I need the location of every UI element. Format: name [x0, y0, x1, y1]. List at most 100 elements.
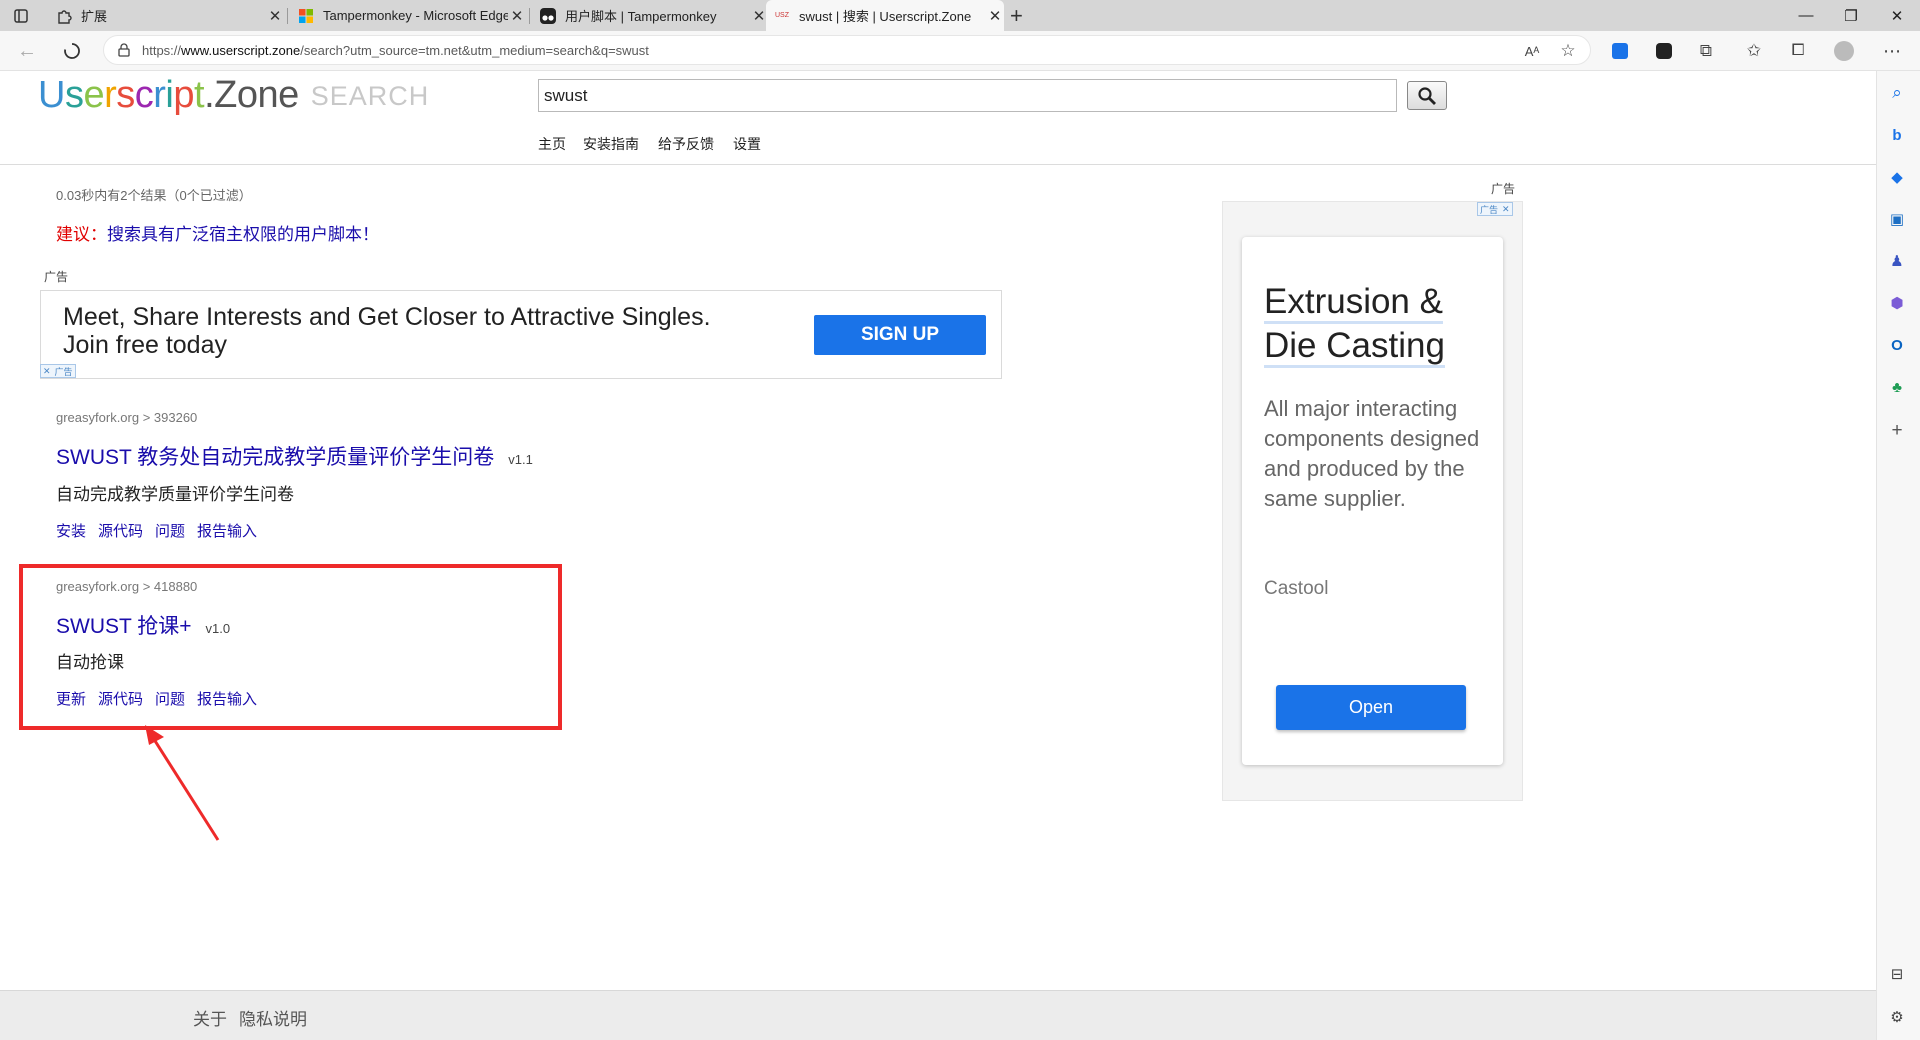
favorites-icon[interactable]: ✩	[1742, 39, 1766, 63]
search-button[interactable]	[1407, 81, 1447, 110]
result-title[interactable]: SWUST 抢课+ v1.0	[56, 610, 230, 640]
result-source[interactable]: greasyfork.org > 393260	[56, 410, 197, 425]
nav-settings[interactable]: 设置	[733, 134, 761, 154]
tools-icon[interactable]: ▣	[1885, 207, 1909, 231]
result-version: v1.1	[508, 452, 533, 467]
logo-letter: U	[38, 74, 65, 116]
side-ad-body: All major interacting components designe…	[1264, 396, 1480, 511]
logo-letter: .	[204, 74, 215, 116]
close-ad-icon[interactable]: ✕	[1500, 204, 1512, 215]
usz-icon: USZ	[775, 12, 789, 19]
tab-userscript-zone[interactable]: USZ swust | 搜索 | Userscript.Zone ✕	[766, 0, 1004, 31]
side-ad-label: 广告	[1491, 182, 1516, 196]
footer-about-link[interactable]: 关于	[193, 1005, 227, 1030]
add-favorite-icon[interactable]: ☆	[1556, 39, 1580, 63]
search-input[interactable]	[538, 79, 1397, 112]
address-bar[interactable]: https://www.userscript.zone/search?utm_s…	[103, 35, 1591, 65]
footer-privacy-link[interactable]: 隐私说明	[239, 1005, 307, 1030]
result-title[interactable]: SWUST 教务处自动完成教学质量评价学生问卷 v1.1	[56, 441, 533, 471]
bing-icon[interactable]: b	[1885, 123, 1909, 147]
add-sidebar-app-icon[interactable]: +	[1885, 419, 1909, 443]
results-meta: 0.03秒内有2个结果（0个已过滤）	[56, 188, 252, 203]
result-version: v1.0	[205, 621, 231, 636]
hide-sidebar-icon[interactable]: ⊟	[1885, 962, 1909, 986]
tab-divider	[529, 8, 530, 24]
sidebar-settings-icon[interactable]: ⚙	[1885, 1005, 1909, 1029]
extension-blue-icon[interactable]	[1608, 39, 1632, 63]
logo-letter: s	[64, 74, 84, 116]
logo-letter: n	[257, 74, 279, 116]
tab-title: swust | 搜索 | Userscript.Zone	[799, 9, 972, 24]
back-icon[interactable]: ←	[15, 39, 39, 63]
tab-userscripts[interactable]: 用户脚本 | Tampermonkey ✕	[532, 0, 768, 31]
restore-button[interactable]: ❐	[1828, 0, 1874, 31]
result-source[interactable]: greasyfork.org > 418880	[56, 579, 197, 594]
lock-icon[interactable]	[118, 43, 130, 62]
tampermonkey-extension-icon[interactable]	[1652, 39, 1676, 63]
drop-icon[interactable]: ♣	[1885, 375, 1909, 399]
suggestion-link[interactable]: 搜索具有广泛宿主权限的用户脚本！	[107, 225, 379, 244]
source-code-link[interactable]: 源代码	[98, 523, 143, 540]
banner-ad-text[interactable]: Meet, Share Interests and Get Closer to …	[63, 303, 763, 359]
tab-title: Tampermonkey - Microsoft Edge	[323, 8, 508, 23]
logo-letter: e	[278, 74, 299, 116]
ad-label: 广告	[44, 270, 69, 284]
report-link[interactable]: 报告输入	[197, 691, 257, 708]
read-aloud-icon[interactable]: Aᴬ	[1520, 39, 1544, 63]
puzzle-icon	[56, 8, 72, 24]
result-description: 自动抢课	[56, 653, 124, 672]
logo-letter: c	[134, 74, 154, 116]
stop-loading-icon[interactable]	[60, 39, 84, 63]
collections-icon[interactable]: ⧠	[1786, 39, 1810, 63]
signup-button[interactable]: SIGN UP	[814, 315, 986, 355]
result-description: 自动完成教学质量评价学生问卷	[56, 485, 294, 504]
logo-letter: Z	[214, 74, 237, 116]
ad-choices[interactable]: 广告 ✕	[1477, 202, 1513, 216]
microsoft-logo-icon	[298, 8, 314, 24]
close-icon[interactable]: ✕	[266, 7, 284, 25]
result-links: 安装 源代码 问题 报告输入	[56, 520, 269, 541]
tab-tampermonkey-edge[interactable]: Tampermonkey - Microsoft Edge ✕	[290, 0, 526, 31]
logo-letter: s	[116, 74, 135, 116]
logo-letter: e	[83, 74, 105, 116]
extensions-icon[interactable]: ⧉	[1694, 39, 1718, 63]
logo-letter: r	[153, 74, 166, 116]
more-menu-icon[interactable]: ⋯	[1880, 39, 1904, 63]
update-link[interactable]: 更新	[56, 691, 86, 708]
office-icon[interactable]: ⬢	[1885, 291, 1909, 315]
source-code-link[interactable]: 源代码	[98, 691, 143, 708]
issues-link[interactable]: 问题	[155, 523, 185, 540]
tab-extensions[interactable]: 扩展 ✕	[48, 0, 284, 31]
install-link[interactable]: 安装	[56, 523, 86, 540]
url-text: https://www.userscript.zone/search?utm_s…	[142, 42, 649, 58]
new-tab-button[interactable]: +	[1010, 3, 1023, 29]
shopping-tag-icon[interactable]: ◆	[1885, 165, 1909, 189]
profile-avatar[interactable]	[1832, 39, 1856, 63]
logo-letter: o	[236, 74, 258, 116]
logo-letter: t	[194, 74, 205, 116]
ad-choices[interactable]: ✕ 广告	[40, 364, 76, 378]
result-links: 更新 源代码 问题 报告输入	[56, 688, 269, 709]
arrow-annotation	[145, 725, 220, 841]
issues-link[interactable]: 问题	[155, 691, 185, 708]
side-ad-title[interactable]: Extrusion & Die Casting	[1264, 280, 1484, 368]
nav-feedback[interactable]: 给予反馈	[658, 134, 714, 154]
window-close-button[interactable]: ✕	[1874, 0, 1920, 31]
close-ad-icon[interactable]: ✕	[41, 366, 53, 377]
report-link[interactable]: 报告输入	[197, 523, 257, 540]
nav-home[interactable]: 主页	[538, 134, 566, 154]
close-icon[interactable]: ✕	[986, 7, 1004, 25]
search-icon[interactable]: ⌕	[1885, 81, 1909, 105]
open-button[interactable]: Open	[1276, 685, 1466, 730]
magnifier-icon	[1418, 86, 1436, 105]
tab-actions-icon[interactable]	[12, 7, 30, 25]
site-logo[interactable]: Userscript.Zone SEARCH	[38, 74, 429, 117]
outlook-icon[interactable]: O	[1885, 333, 1909, 357]
suggestion-label: 建议：	[56, 225, 107, 244]
minimize-button[interactable]: —	[1783, 0, 1829, 31]
games-icon[interactable]: ♟	[1885, 249, 1909, 273]
close-icon[interactable]: ✕	[508, 7, 526, 25]
tab-title: 扩展	[81, 9, 108, 24]
nav-install-guide[interactable]: 安装指南	[583, 134, 639, 154]
page-footer: 关于 隐私说明	[0, 990, 1876, 1040]
